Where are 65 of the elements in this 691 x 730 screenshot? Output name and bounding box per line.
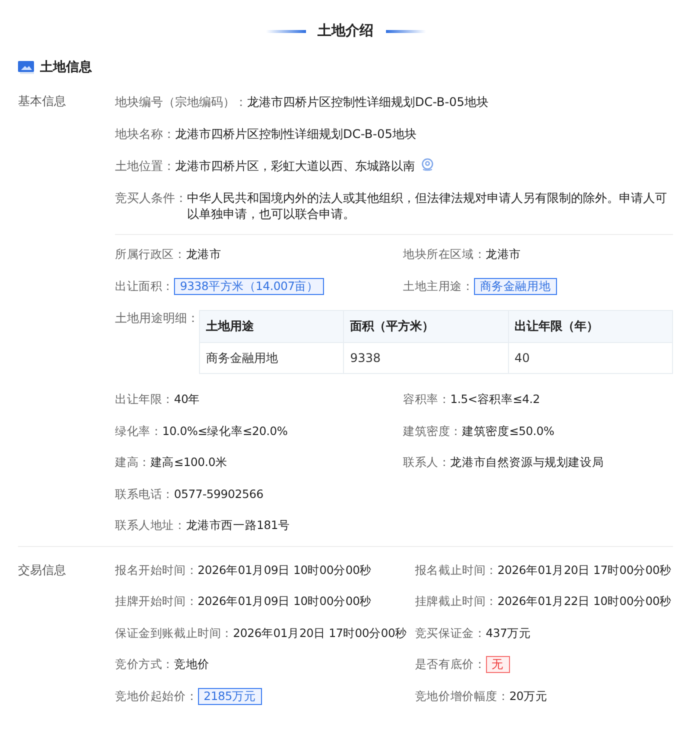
- field-value: 1.5<容积率≤4.2: [450, 392, 540, 408]
- value-tag: 2185万元: [198, 688, 262, 705]
- field-label: 报名开始时间：: [115, 562, 198, 578]
- column-header: 出让年限（年）: [508, 310, 672, 342]
- field-label: 挂牌截止时间：: [414, 594, 498, 610]
- column-header: 土地用途: [200, 310, 344, 342]
- table-cell: 商务金融用地: [200, 342, 344, 374]
- field-label: 绿化率：: [115, 424, 162, 439]
- field-value: 10.0%≤绿化率≤20.0%: [162, 424, 288, 439]
- location-icon[interactable]: [421, 158, 434, 171]
- field-value: 龙港市四桥片区控制性详细规划DC-B-05地块: [175, 126, 416, 142]
- field-label: 联系电话：: [115, 486, 174, 502]
- field-value: 龙港市: [486, 247, 522, 262]
- field-label: 保证金到账截止时间：: [115, 626, 234, 641]
- field-label: 容积率：: [403, 392, 450, 408]
- field-label: 是否有底价：: [414, 657, 486, 672]
- field-value: 2026年01月20日 17时00分00秒: [233, 626, 407, 641]
- field-label: 挂牌开始时间：: [115, 594, 198, 610]
- field-value: 龙港市西一路181号: [186, 518, 290, 534]
- field-label: 土地位置：: [115, 158, 175, 174]
- section-title: 土地信息: [40, 59, 92, 76]
- field-label: 竞价方式：: [115, 657, 174, 672]
- field-label: 竞买人条件：: [115, 190, 187, 206]
- group-label: 基本信息: [18, 94, 66, 108]
- field-label: 联系人地址：: [115, 518, 186, 534]
- field-label: 土地主用途：: [403, 278, 474, 294]
- value-tag: 商务金融用地: [474, 278, 557, 295]
- field-label: 土地用途明细：: [115, 310, 199, 327]
- field-value: 竞地价: [174, 657, 210, 672]
- image-icon: [18, 60, 34, 74]
- field-value: 建高≤100.0米: [150, 455, 228, 470]
- group-label: 交易信息: [18, 562, 66, 576]
- value-tag: 9338平方米（14.007亩）: [174, 278, 324, 295]
- field-value: 2026年01月20日 17时00分00秒: [498, 562, 672, 578]
- field-value: 0577-59902566: [174, 487, 264, 502]
- table-cell: 40: [508, 342, 672, 374]
- field-label: 所属行政区：: [115, 247, 186, 262]
- field-value: 建筑密度≤50.0%: [462, 424, 554, 439]
- field-value: 2026年01月09日 10时00分00秒: [198, 594, 372, 610]
- field-value: 龙港市四桥片区控制性详细规划DC-B-05地块: [247, 94, 488, 110]
- field-value: 2026年01月22日 10时00分00秒: [498, 594, 672, 610]
- field-label: 竞地价起始价：: [115, 688, 198, 704]
- field-label: 出让面积：: [115, 278, 174, 294]
- page-title: 土地介绍: [318, 22, 374, 40]
- field-label: 竞地价增价幅度：: [414, 688, 510, 704]
- field-value: 20万元: [509, 688, 548, 704]
- field-label: 建筑密度：: [403, 424, 462, 439]
- field-label: 地块编号（宗地编码）：: [115, 94, 247, 110]
- field-label: 联系人：: [403, 455, 450, 470]
- table-cell: 9338: [344, 342, 508, 374]
- field-value: 40年: [174, 392, 200, 408]
- field-label: 建高：: [115, 455, 150, 470]
- field-label: 竞买保证金：: [414, 626, 486, 641]
- field-value: 龙港市: [186, 247, 222, 262]
- value-tag: 无: [486, 656, 510, 674]
- field-label: 地块所在区域：: [403, 247, 486, 262]
- field-label: 地块名称：: [115, 126, 175, 142]
- field-value: 2026年01月09日 10时00分00秒: [198, 562, 372, 578]
- field-label: 报名截止时间：: [414, 562, 498, 578]
- field-value: 龙港市四桥片区，彩虹大道以西、东城路以南: [175, 158, 415, 174]
- field-label: 出让年限：: [115, 392, 174, 408]
- field-value: 龙港市自然资源与规划建设局: [450, 455, 604, 470]
- field-value: 437万元: [486, 626, 531, 641]
- field-value: 中华人民共和国境内外的法人或其他组织，但法律法规对申请人另有限制的除外。申请人可以单独申请，也可以联合申请。: [187, 190, 668, 222]
- column-header: 面积（平方米）: [344, 310, 508, 342]
